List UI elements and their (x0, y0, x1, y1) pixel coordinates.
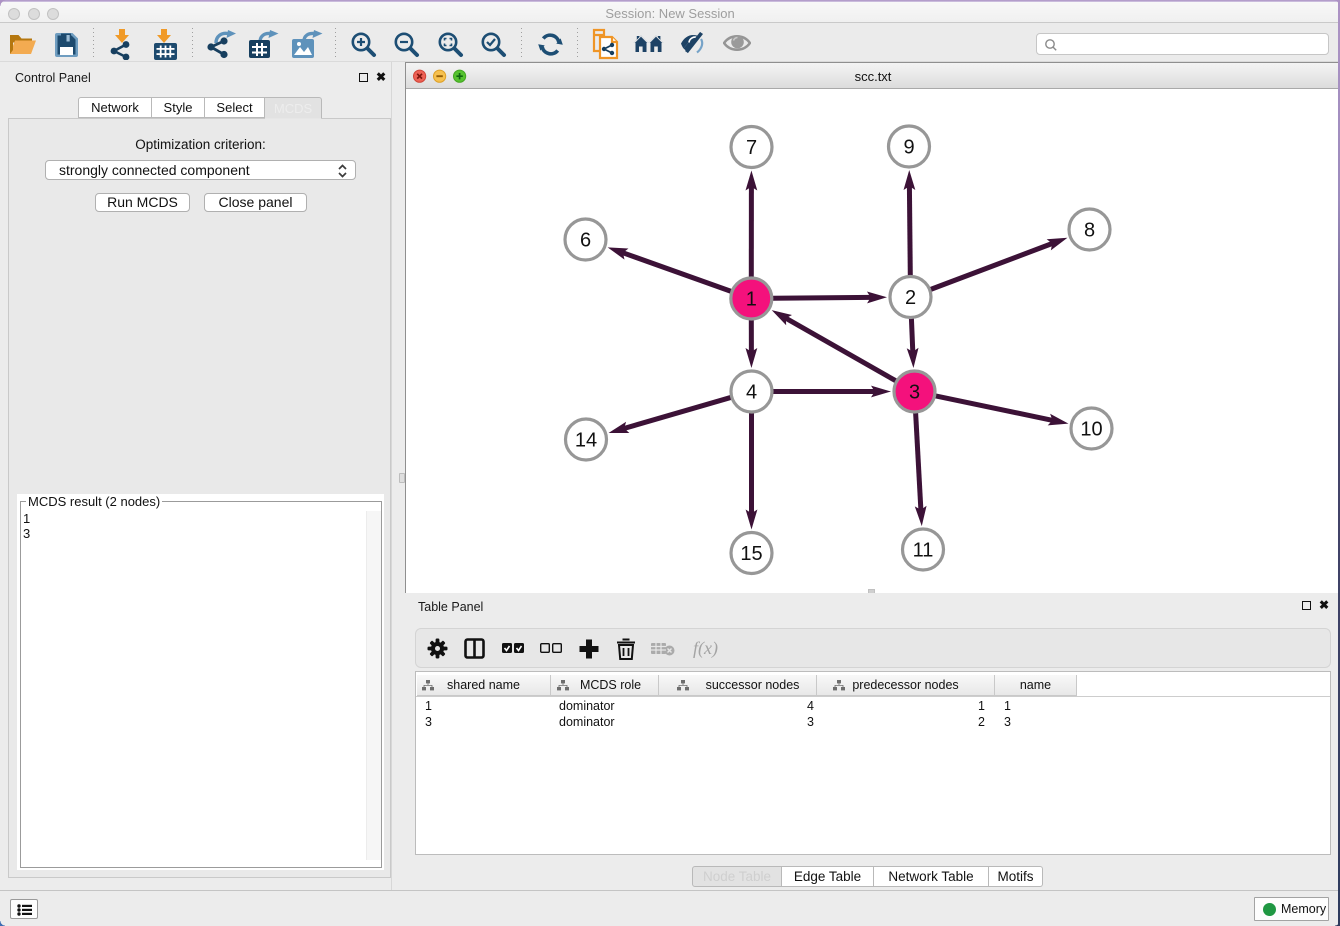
svg-text:2: 2 (905, 287, 916, 309)
svg-text:3: 3 (909, 382, 920, 404)
svg-text:6: 6 (580, 230, 591, 252)
svg-text:10: 10 (1080, 419, 1102, 441)
svg-text:11: 11 (913, 540, 934, 562)
svg-text:9: 9 (903, 137, 914, 159)
svg-text:14: 14 (575, 430, 597, 452)
svg-text:7: 7 (746, 137, 757, 159)
svg-text:8: 8 (1084, 220, 1095, 242)
svg-text:15: 15 (740, 543, 762, 565)
svg-text:1: 1 (746, 289, 757, 311)
svg-text:4: 4 (746, 382, 757, 404)
